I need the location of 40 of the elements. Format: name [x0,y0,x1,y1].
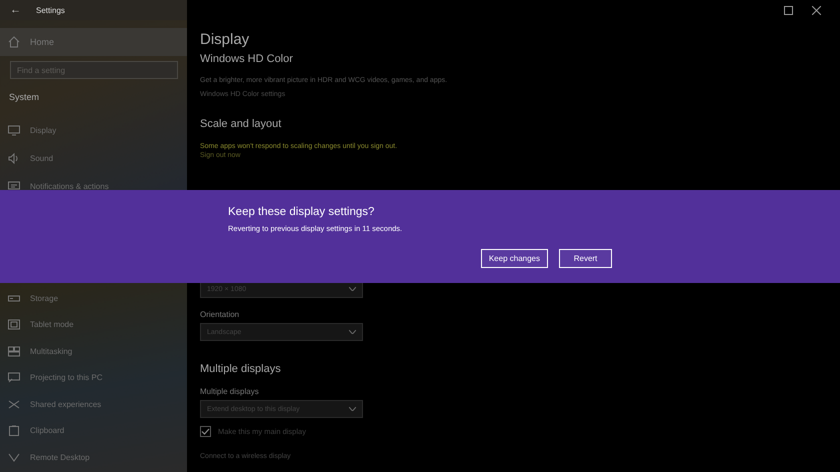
sidebar-item[interactable]: Multitasking [0,338,187,364]
message-icon [8,180,20,190]
window-title: Settings [36,6,65,14]
section-heading: Windows HD Color [200,53,294,65]
close-icon[interactable] [812,6,821,14]
sidebar-item[interactable]: Shared experiences [0,391,187,418]
keep-changes-button[interactable]: Keep changes [480,249,548,268]
clipboard-icon [8,425,20,436]
section-heading: Multiple displays [200,363,282,375]
section-heading: System [9,92,40,102]
section-heading: Scale and layout [200,118,282,130]
field-label: Multiple displays [200,387,260,396]
sidebar-item[interactable]: Remote Desktop [0,444,187,470]
back-button[interactable]: ← [10,4,24,16]
checkbox[interactable] [200,426,211,437]
chevron-down-icon [349,407,356,411]
dialog-title: Keep these display settings? [228,206,376,218]
sidebar-item[interactable]: Clipboard [0,418,187,444]
sidebar-item[interactable]: Projecting to this PC [0,364,187,391]
chevron-icon [8,452,20,463]
chevron-down-icon [349,330,356,334]
drive-icon [8,292,20,304]
home-icon [8,36,20,48]
cast-icon [8,372,20,384]
sidebar-item[interactable]: Display [0,116,187,144]
sidebar-item[interactable]: Notifications & actions [0,172,187,190]
chevron-down-icon [349,287,356,291]
tablet-icon [8,319,20,330]
revert-button[interactable]: Revert [559,249,612,268]
home-item[interactable]: Home [0,28,187,56]
maximize-icon[interactable] [784,6,793,14]
windows-icon [8,346,20,357]
cross-icon [8,398,20,410]
monitor-icon [8,124,20,136]
page-title: Display [200,31,250,48]
sidebar-item[interactable]: Tablet mode [0,312,187,338]
sidebar-item[interactable]: Storage [0,285,187,312]
field-label: Orientation [200,310,240,319]
speaker-icon [8,152,20,164]
sidebar-item[interactable]: Sound [0,144,187,172]
